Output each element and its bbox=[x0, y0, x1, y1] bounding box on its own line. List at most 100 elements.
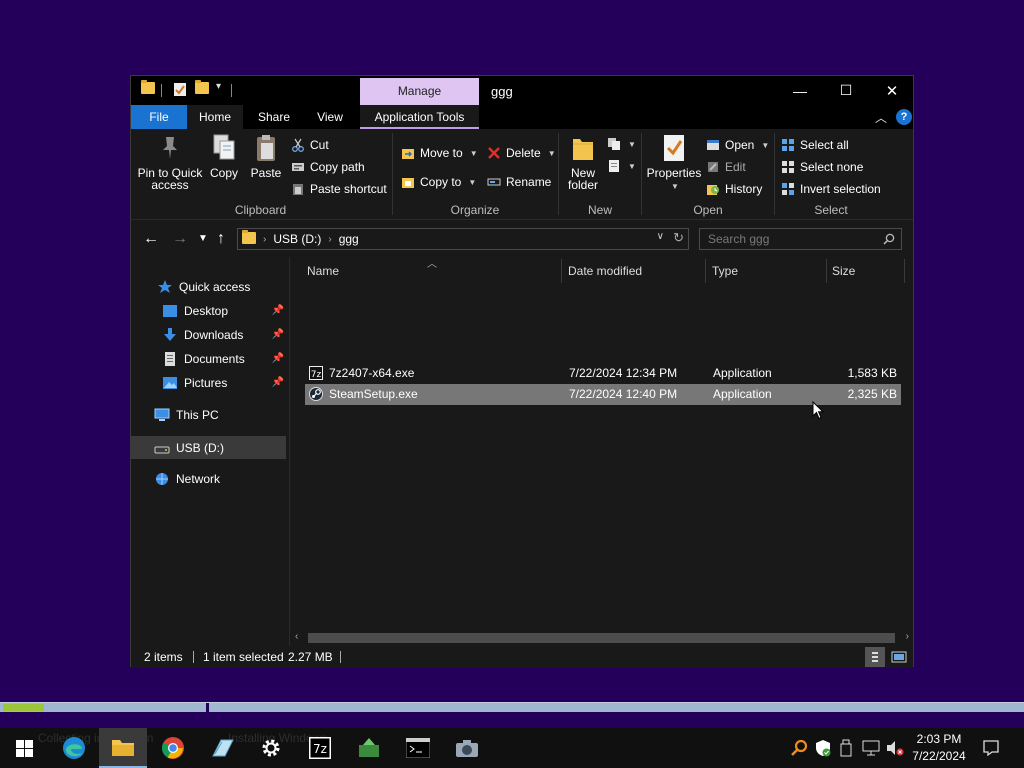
column-size[interactable]: Size bbox=[832, 257, 855, 285]
terminal-icon bbox=[406, 738, 430, 758]
delete-button[interactable]: Delete ▼ bbox=[487, 144, 556, 162]
customize-quick-access-icon[interactable]: ▾ bbox=[216, 81, 221, 97]
history-button[interactable]: History bbox=[706, 180, 762, 198]
taskbar-command-prompt[interactable] bbox=[394, 728, 442, 768]
properties-caret[interactable]: ▼ bbox=[648, 181, 702, 193]
scroll-left-icon[interactable]: ‹ bbox=[295, 631, 298, 642]
select-group: Select all Select none Invert selection … bbox=[775, 129, 887, 220]
breadcrumb-ggg[interactable]: ggg bbox=[339, 232, 359, 246]
paste-shortcut-button[interactable]: Paste shortcut bbox=[291, 180, 387, 198]
column-date-modified[interactable]: Date modified bbox=[568, 257, 642, 285]
nav-quick-access[interactable]: Quick access bbox=[131, 276, 286, 298]
collapse-ribbon-icon[interactable]: ︿ bbox=[875, 109, 887, 126]
star-icon bbox=[158, 280, 172, 293]
notifications-icon[interactable] bbox=[982, 739, 1000, 760]
nav-documents[interactable]: Documents 📌 bbox=[131, 348, 286, 370]
tab-file[interactable]: File bbox=[131, 105, 187, 129]
security-shield-icon[interactable] bbox=[815, 739, 831, 760]
tray-search-icon[interactable] bbox=[790, 739, 808, 760]
nav-pictures[interactable]: Pictures 📌 bbox=[131, 372, 286, 394]
start-button[interactable] bbox=[0, 728, 48, 768]
svg-text:7z: 7z bbox=[313, 742, 327, 756]
nav-desktop[interactable]: Desktop 📌 bbox=[131, 300, 286, 322]
address-row: ← → ▼ ↑ › USB (D:) › ggg ∨ ↻ Search ggg bbox=[131, 221, 913, 257]
rename-button[interactable]: Rename bbox=[487, 173, 551, 191]
large-icons-view-button[interactable] bbox=[889, 647, 909, 667]
column-type[interactable]: Type bbox=[712, 257, 738, 285]
address-bar[interactable]: › USB (D:) › ggg ∨ ↻ bbox=[237, 228, 689, 250]
new-item-button[interactable]: ▼ bbox=[607, 135, 636, 153]
scrollbar-thumb[interactable] bbox=[308, 633, 895, 643]
taskbar-clock[interactable]: 2:03 PM 7/22/2024 bbox=[905, 731, 973, 765]
nav-this-pc[interactable]: This PC bbox=[131, 404, 286, 426]
details-view-button[interactable] bbox=[865, 647, 885, 667]
back-arrow-icon[interactable]: ← bbox=[143, 230, 159, 248]
clipboard-group: Pin to Quick access Copy Paste Cut Copy … bbox=[131, 129, 390, 220]
help-icon[interactable]: ? bbox=[896, 109, 912, 125]
move-to-label: Move to bbox=[420, 146, 463, 160]
taskbar-install-app[interactable] bbox=[345, 728, 393, 768]
nav-network[interactable]: Network bbox=[131, 468, 286, 490]
minimize-button[interactable]: — bbox=[777, 76, 823, 105]
delete-x-icon bbox=[488, 147, 500, 159]
taskbar-setup-app[interactable] bbox=[198, 728, 246, 768]
taskbar-camera[interactable] bbox=[443, 728, 491, 768]
pin-to-quick-access-button[interactable]: Pin to Quick access bbox=[137, 133, 203, 191]
taskbar-7zip[interactable]: 7z bbox=[296, 728, 344, 768]
edit-button[interactable]: Edit bbox=[706, 158, 746, 176]
volume-muted-icon[interactable] bbox=[886, 739, 904, 760]
new-folder-quick-icon[interactable] bbox=[195, 80, 209, 98]
scroll-right-icon[interactable]: › bbox=[906, 631, 909, 642]
usb-device-icon[interactable] bbox=[840, 739, 852, 760]
select-none-button[interactable]: Select none bbox=[781, 158, 863, 176]
recent-locations-chevron-icon[interactable]: ▼ bbox=[198, 233, 208, 244]
tab-home[interactable]: Home bbox=[187, 105, 243, 129]
taskbar-chrome[interactable] bbox=[149, 728, 197, 768]
address-dropdown-icon[interactable]: ∨ bbox=[657, 231, 664, 242]
move-to-icon bbox=[402, 149, 414, 159]
forward-arrow-icon[interactable]: → bbox=[172, 230, 188, 248]
maximize-button[interactable]: ☐ bbox=[823, 76, 869, 105]
paste-shortcut-label: Paste shortcut bbox=[310, 182, 387, 196]
search-input[interactable]: Search ggg bbox=[699, 228, 902, 250]
breadcrumb-usb[interactable]: USB (D:) bbox=[273, 232, 321, 246]
nav-downloads[interactable]: Downloads 📌 bbox=[131, 324, 286, 346]
pin-icon: 📌 bbox=[271, 305, 284, 316]
copy-to-button[interactable]: Copy to ▼ bbox=[401, 173, 476, 191]
taskbar-edge[interactable] bbox=[50, 728, 98, 768]
invert-selection-button[interactable]: Invert selection bbox=[781, 180, 881, 198]
tab-view[interactable]: View bbox=[305, 105, 355, 129]
file-size: 1,583 KB bbox=[847, 366, 897, 380]
open-button[interactable]: Open ▼ bbox=[706, 136, 769, 154]
copy-path-button[interactable]: Copy path bbox=[291, 158, 365, 176]
table-row[interactable]: 7z 7z2407-x64.exe 7/22/2024 12:34 PM App… bbox=[305, 363, 901, 384]
easy-access-button[interactable]: ▼ bbox=[607, 157, 636, 175]
tab-share[interactable]: Share bbox=[249, 105, 299, 129]
ribbon-tabs: File Home Share View Application Tools ︿… bbox=[131, 105, 913, 129]
new-folder-button[interactable]: New folder bbox=[563, 133, 603, 191]
up-arrow-icon[interactable]: ↑ bbox=[217, 230, 225, 248]
horizontal-scrollbar[interactable]: ‹ › bbox=[291, 630, 913, 646]
chrome-browser-icon bbox=[162, 737, 184, 759]
new-folder-icon bbox=[570, 133, 596, 163]
file-explorer-icon bbox=[112, 740, 134, 756]
move-to-button[interactable]: Move to ▼ bbox=[401, 144, 478, 162]
breadcrumb-chevron-icon[interactable]: › bbox=[263, 234, 266, 245]
close-button[interactable]: ✕ bbox=[869, 76, 915, 105]
properties-quick-icon[interactable] bbox=[173, 82, 187, 98]
paste-button[interactable]: Paste bbox=[247, 133, 285, 179]
nav-documents-label: Documents bbox=[184, 352, 245, 366]
copy-button[interactable]: Copy bbox=[205, 133, 243, 179]
nav-usb-drive[interactable]: USB (D:) bbox=[131, 436, 286, 459]
network-status-icon[interactable] bbox=[862, 740, 880, 759]
cut-button[interactable]: Cut bbox=[291, 136, 329, 154]
tab-application-tools[interactable]: Application Tools bbox=[360, 105, 479, 129]
taskbar-settings[interactable] bbox=[247, 728, 295, 768]
properties-button[interactable]: Properties ▼ bbox=[646, 133, 702, 193]
manage-tab[interactable]: Manage bbox=[360, 78, 479, 105]
breadcrumb-chevron-icon[interactable]: › bbox=[328, 234, 331, 245]
taskbar-file-explorer[interactable] bbox=[99, 728, 147, 768]
select-all-button[interactable]: Select all bbox=[781, 136, 849, 154]
column-name[interactable]: Name bbox=[307, 257, 339, 285]
refresh-icon[interactable]: ↻ bbox=[673, 230, 684, 246]
